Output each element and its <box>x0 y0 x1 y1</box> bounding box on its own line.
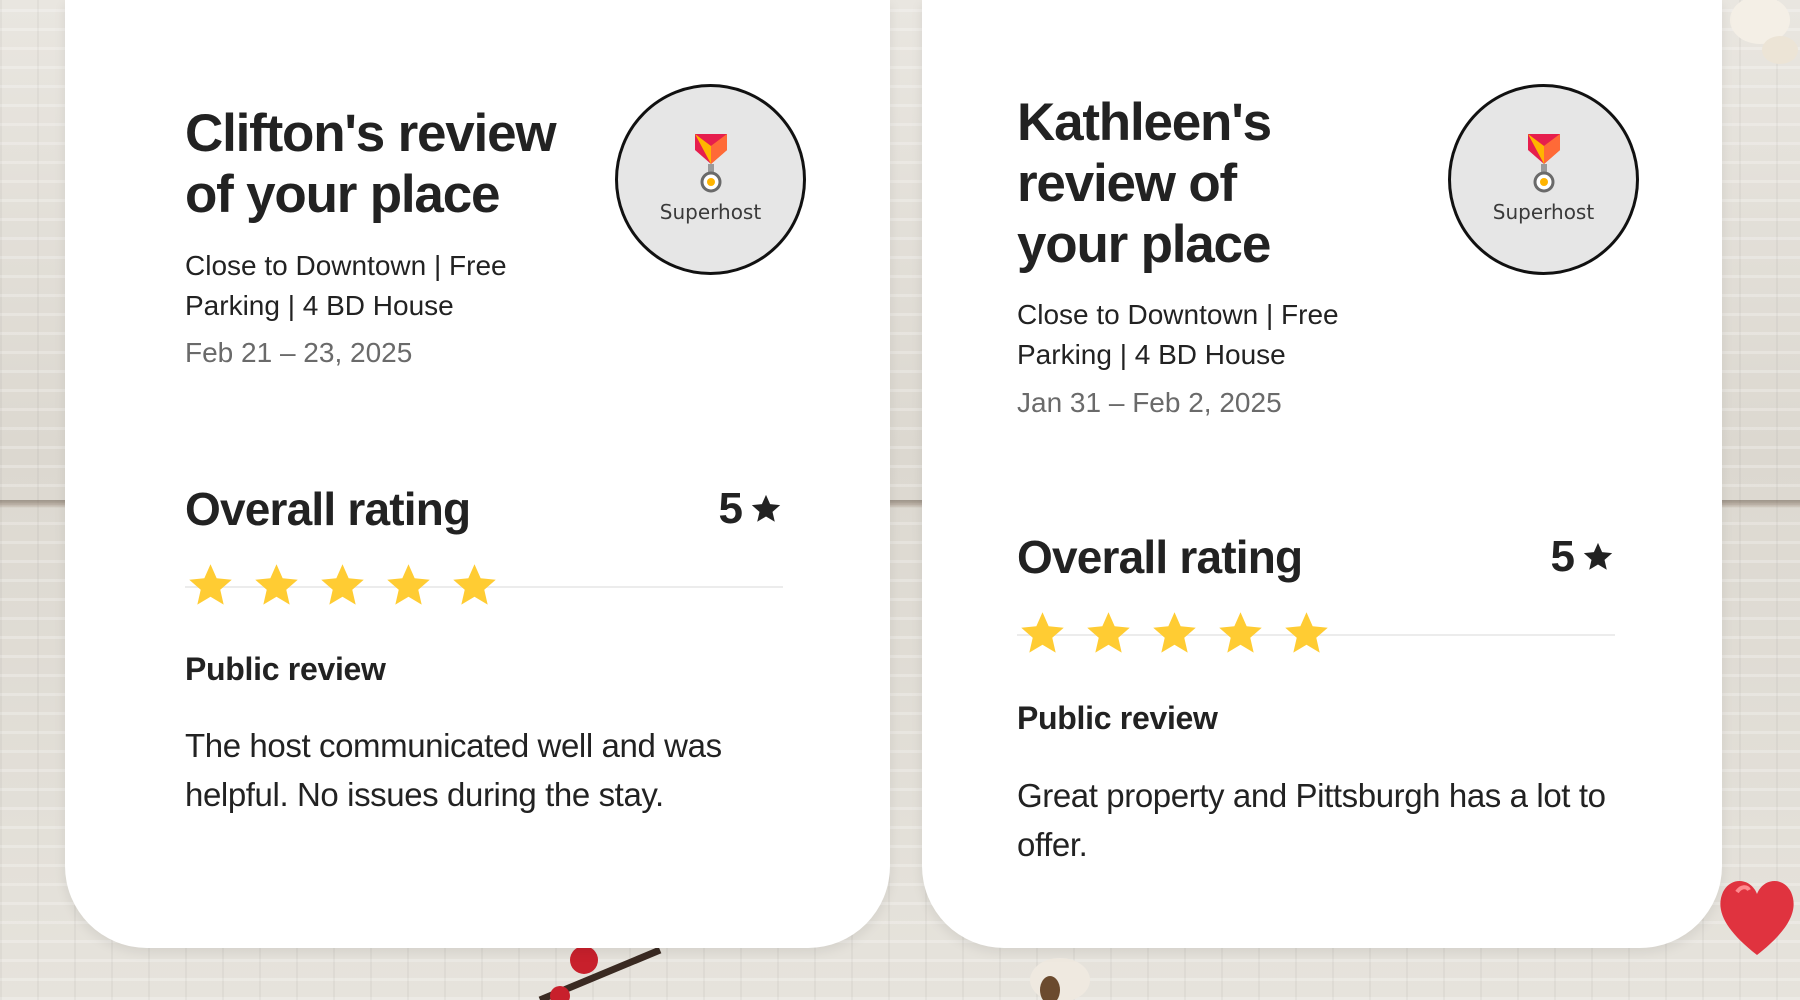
superhost-medal-icon <box>1527 133 1560 192</box>
rating-value: 5 <box>1550 532 1575 581</box>
badge-label: Superhost <box>1492 199 1595 224</box>
star-icon <box>321 564 364 605</box>
rating-value: 5 <box>718 484 743 533</box>
star-icon <box>189 564 232 605</box>
star-icon <box>387 564 430 605</box>
public-review-text: The host communicated well and was helpf… <box>185 727 722 813</box>
public-review-label: Public review <box>1017 700 1218 736</box>
shell-decoration <box>1030 958 1090 1000</box>
rating-label: Overall rating <box>185 483 471 535</box>
review-card: Clifton's review of your place Superhost… <box>65 0 890 948</box>
stay-dates: Jan 31 – Feb 2, 2025 <box>1017 387 1282 418</box>
berry-branch-decoration <box>538 946 662 1000</box>
star-icon <box>751 494 781 522</box>
red-heart-decoration <box>1720 880 1794 955</box>
review-title: Clifton's review of your place <box>185 104 557 224</box>
star-icon <box>1219 612 1262 653</box>
star-icon <box>1583 542 1613 570</box>
rating-label: Overall rating <box>1017 531 1303 583</box>
superhost-badge: Superhost <box>615 84 806 275</box>
overall-rating-row: Overall rating 5 <box>1017 527 1615 587</box>
star-rating <box>1017 608 1332 659</box>
star-icon <box>453 564 496 605</box>
overall-rating-row: Overall rating 5 <box>185 479 783 539</box>
flower-decoration <box>1730 0 1798 64</box>
superhost-medal-icon <box>694 133 727 192</box>
star-icon <box>1021 612 1064 653</box>
star-icon <box>255 564 298 605</box>
public-review-text: Great property and Pittsburgh has a lot … <box>1017 777 1606 863</box>
stay-dates: Feb 21 – 23, 2025 <box>185 337 413 368</box>
star-rating-bar <box>1017 608 1615 664</box>
superhost-badge: Superhost <box>1448 84 1639 275</box>
star-icon <box>1285 612 1328 653</box>
review-card: Kathleen's review of your place Superhos… <box>922 0 1722 948</box>
listing-name: Close to Downtown | Free Parking | 4 BD … <box>185 250 507 321</box>
rating-score: 5 <box>719 484 783 534</box>
rating-score: 5 <box>1551 532 1615 582</box>
star-rating-bar <box>185 560 783 616</box>
public-review-label: Public review <box>185 651 386 687</box>
star-rating <box>185 560 500 611</box>
badge-label: Superhost <box>659 199 762 224</box>
star-icon <box>1087 612 1130 653</box>
review-title: Kathleen's review of your place <box>1017 93 1272 274</box>
star-icon <box>1153 612 1196 653</box>
listing-name: Close to Downtown | Free Parking | 4 BD … <box>1017 299 1339 370</box>
